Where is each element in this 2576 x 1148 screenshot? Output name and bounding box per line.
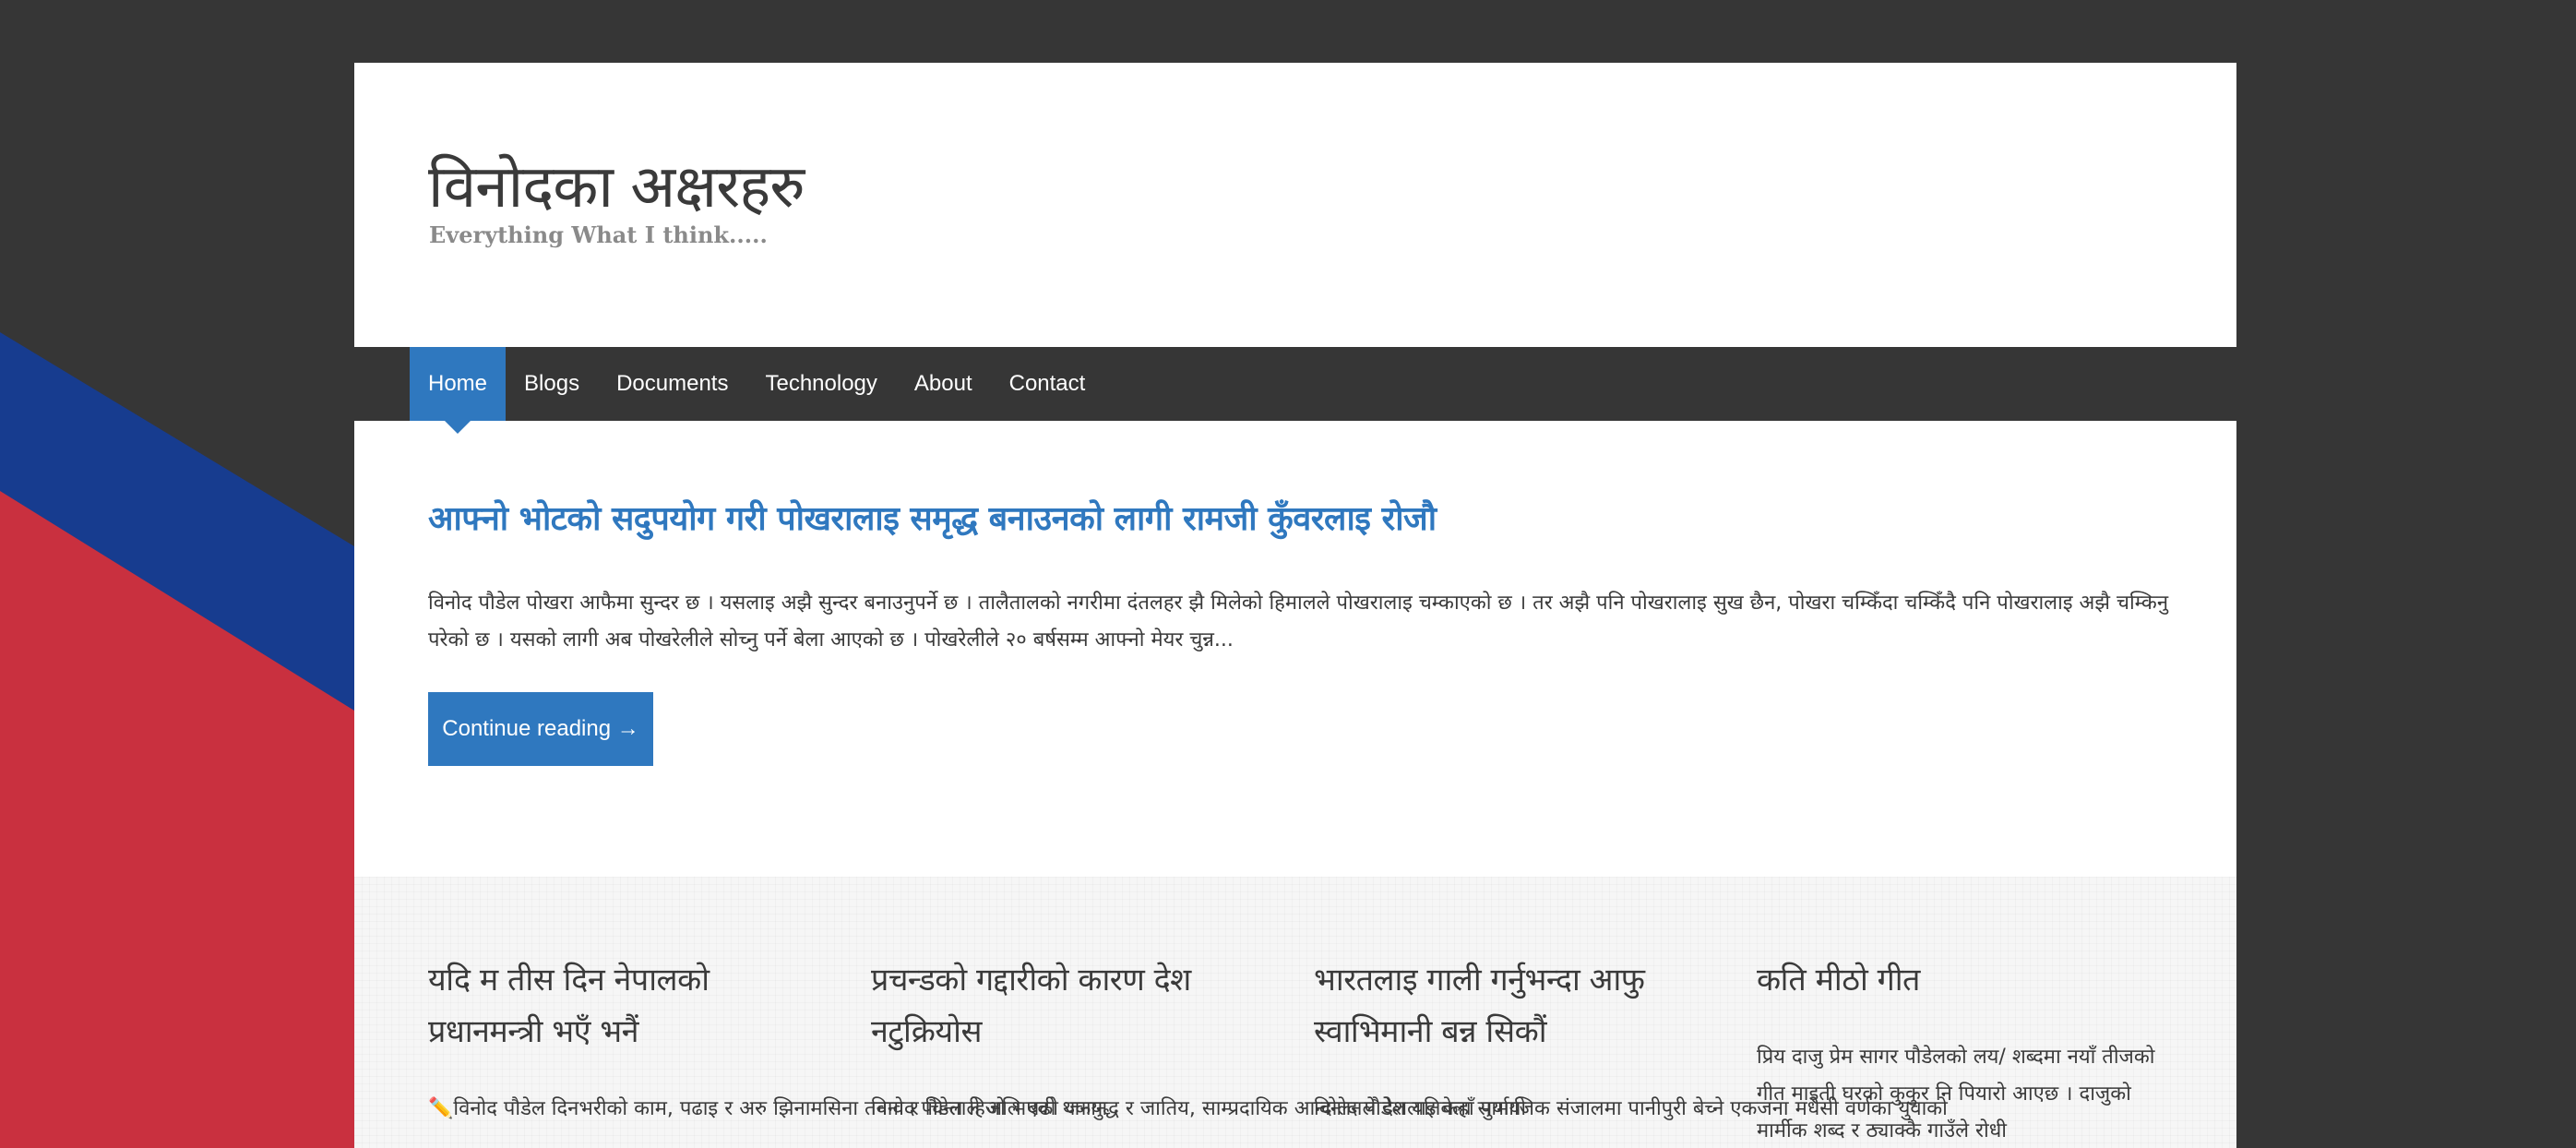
- main-navigation: Home Blogs Documents Technology About Co…: [354, 347, 2236, 434]
- post-excerpt: विनोद पौडेल यतिबेला सामाजिक संजालमा पानी…: [1314, 1097, 1948, 1120]
- post-card: प्रचन्डको गद्दारीको कारण देश नटुक्रियोस …: [871, 954, 1526, 1120]
- featured-post: आफ्नो भोटको सदुपयोग गरी पोखरालाइ समृद्ध …: [428, 495, 2181, 652]
- nav-item-technology[interactable]: Technology: [746, 347, 895, 421]
- post-title[interactable]: भारतलाइ गाली गर्नुभन्दा आफु स्वाभिमानी ब…: [1314, 954, 1701, 1058]
- featured-post-title[interactable]: आफ्नो भोटको सदुपयोग गरी पोखरालाइ समृद्ध …: [428, 495, 2181, 540]
- nav-item-contact[interactable]: Contact: [991, 347, 1104, 421]
- post-excerpt: विनोद पौडेल हिजो भएको जनयुद्ध र जातिय, स…: [871, 1097, 1527, 1120]
- continue-reading-button[interactable]: Continue reading →: [428, 692, 653, 766]
- post-card: यदि म तीस दिन नेपालको प्रधानमन्त्री भएँ …: [428, 954, 1107, 1120]
- site-header: विनोदका अक्षरहरु Everything What I think…: [354, 63, 2236, 347]
- post-title[interactable]: प्रचन्डको गद्दारीको कारण देश नटुक्रियोस: [871, 954, 1258, 1058]
- nav-item-documents[interactable]: Documents: [598, 347, 746, 421]
- page-container: विनोदका अक्षरहरु Everything What I think…: [354, 63, 2236, 1148]
- nav-item-home[interactable]: Home: [410, 347, 507, 434]
- site-title[interactable]: विनोदका अक्षरहरु: [428, 144, 805, 224]
- post-card: कति मीठो गीत प्रिय दाजु प्रेम सागर पौडेल…: [1757, 954, 2154, 1142]
- post-title[interactable]: कति मीठो गीत: [1757, 954, 2144, 1006]
- post-title[interactable]: यदि म तीस दिन नेपालको प्रधानमन्त्री भएँ …: [428, 954, 816, 1058]
- nav-item-blogs[interactable]: Blogs: [506, 347, 598, 421]
- post-excerpt: प्रिय दाजु प्रेम सागर पौडेलको लय/ शब्दमा…: [1757, 1046, 2155, 1142]
- nav-item-about[interactable]: About: [896, 347, 991, 421]
- post-card: भारतलाइ गाली गर्नुभन्दा आफु स्वाभिमानी ब…: [1314, 954, 1948, 1120]
- featured-post-excerpt: विनोद पौडेल पोखरा आफैमा सुन्दर छ । यसलाइ…: [428, 592, 2169, 652]
- post-excerpt: ✏️विनोद पौडेल दिनभरीको काम, पढाइ र अरु झ…: [428, 1097, 1108, 1120]
- site-tagline: Everything What I think.....: [429, 221, 768, 248]
- recent-posts-section: यदि म तीस दिन नेपालको प्रधानमन्त्री भएँ …: [354, 877, 2236, 1148]
